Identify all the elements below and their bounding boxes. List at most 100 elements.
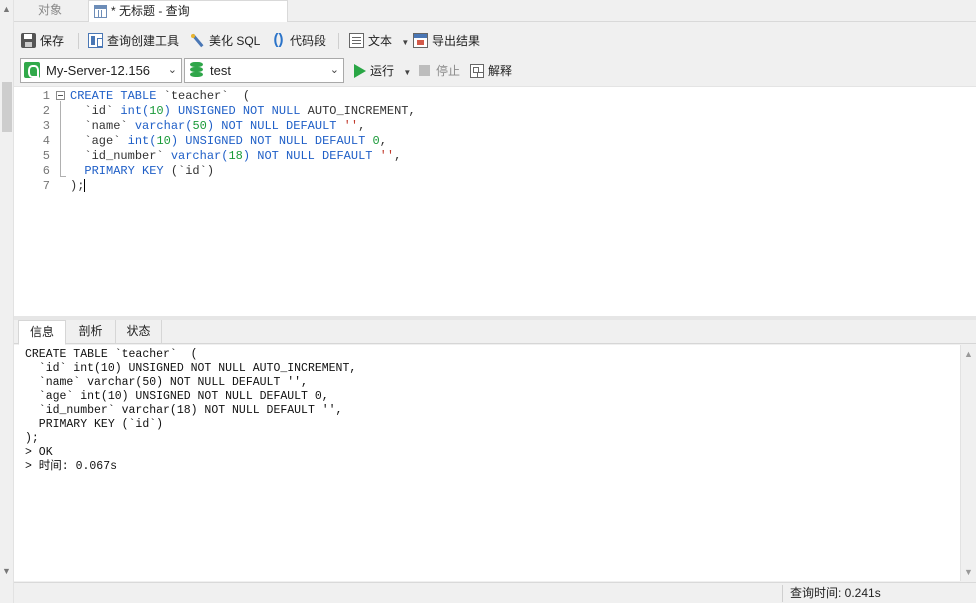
magic-wand-icon: [190, 33, 205, 48]
left-scrollbar[interactable]: ▲ ▼: [0, 0, 14, 603]
chevron-down-icon[interactable]: ▼: [403, 68, 411, 77]
query-builder-icon: [88, 33, 103, 48]
code-line: 4 `age` int(10) UNSIGNED NOT NULL DEFAUL…: [43, 134, 976, 149]
code-token: ): [242, 149, 258, 163]
export-results-button[interactable]: 导出结果: [412, 31, 480, 51]
scroll-up-arrow-icon[interactable]: ▲: [964, 349, 973, 359]
toolbar-divider: [78, 33, 79, 49]
query-time-status: 查询时间: 0.241s: [790, 586, 881, 600]
code-line: 3 `name` varchar(50) NOT NULL DEFAULT ''…: [43, 119, 976, 134]
sql-editor[interactable]: 1 CREATE TABLE `teacher` ( 2 `id` int(10)…: [14, 86, 976, 316]
code-token: NOT NULL DEFAULT: [257, 149, 380, 163]
code-token: `teacher`: [163, 89, 229, 103]
code-token: PRIMARY KEY: [84, 164, 164, 178]
code-token: 10: [149, 104, 164, 118]
code-token: (`id`): [163, 164, 215, 178]
explain-label: 解释: [488, 64, 513, 78]
run-button[interactable]: 运行 ▼: [352, 62, 411, 80]
output-line: > 时间: 0.067s: [25, 460, 118, 473]
fold-guide-end: [60, 176, 66, 177]
scroll-up-arrow-icon[interactable]: ▲: [2, 4, 11, 14]
code-token: 0: [372, 134, 380, 148]
tab-profile[interactable]: 剖析: [66, 320, 116, 344]
stop-button[interactable]: 停止: [418, 62, 460, 80]
code-token: UNSIGNED NOT NULL: [178, 104, 301, 118]
line-number: 2: [42, 104, 50, 118]
line-number: 7: [42, 179, 50, 193]
code-token: CREATE TABLE: [70, 89, 164, 103]
code-token: ): [170, 134, 186, 148]
tab-info[interactable]: 信息: [18, 320, 66, 345]
play-icon: [354, 64, 366, 78]
fold-toggle-icon[interactable]: [56, 91, 65, 100]
code-token: `id_number`: [84, 149, 164, 163]
output-scrollbar[interactable]: ▲ ▼: [960, 345, 976, 581]
query-builder-button[interactable]: 查询创建工具: [87, 31, 179, 51]
text-label: 文本: [368, 34, 393, 48]
explain-button[interactable]: 解释: [469, 62, 512, 80]
parentheses-icon: (): [273, 31, 284, 48]
code-token: 50: [192, 119, 207, 133]
chevron-down-icon[interactable]: ▼: [401, 38, 409, 47]
export-results-label: 导出结果: [432, 34, 481, 48]
scroll-down-arrow-icon[interactable]: ▼: [964, 567, 973, 577]
message-output[interactable]: CREATE TABLE `teacher` ( `id` int(10) UN…: [14, 345, 960, 581]
code-line: 2 `id` int(10) UNSIGNED NOT NULL AUTO_IN…: [43, 104, 976, 119]
status-bar: 查询时间: 0.241s: [14, 582, 976, 603]
code-line: 5 `id_number` varchar(18) NOT NULL DEFAU…: [43, 149, 976, 164]
code-token: ,: [358, 119, 366, 133]
code-token: ,: [394, 149, 402, 163]
code-token: 18: [228, 149, 243, 163]
query-window: ▲ ▼ 对象 * 无标题 - 查询 保存 查询创建工具 美化 SQL () 代码…: [0, 0, 976, 603]
code-line: 7);: [43, 179, 976, 194]
code-snippet-button[interactable]: () 代码段: [270, 31, 327, 51]
tab-query-label: * 无标题 - 查询: [111, 4, 190, 18]
code-token: varchar(: [134, 119, 193, 133]
beautify-sql-button[interactable]: 美化 SQL: [189, 31, 260, 51]
code-token: '': [343, 119, 359, 133]
database-value: test: [210, 63, 231, 78]
code-token: ): [206, 119, 222, 133]
run-label: 运行: [370, 64, 395, 78]
tab-status[interactable]: 状态: [116, 320, 162, 344]
line-number: 4: [42, 134, 50, 148]
text-button[interactable]: 文本 ▼: [348, 31, 409, 51]
query-builder-label: 查询创建工具: [107, 34, 180, 48]
code-line: 6 PRIMARY KEY (`id`): [43, 164, 976, 179]
line-number: 3: [42, 119, 50, 133]
export-icon: [413, 33, 428, 48]
code-token: int(: [127, 134, 157, 148]
beautify-sql-label: 美化 SQL: [209, 34, 261, 48]
status-divider: [782, 585, 783, 602]
text-cursor: [84, 179, 86, 193]
chevron-down-icon[interactable]: ⌄: [168, 59, 177, 82]
scroll-down-arrow-icon[interactable]: ▼: [2, 566, 11, 576]
scrollbar-thumb[interactable]: [2, 82, 12, 132]
line-number: 6: [42, 164, 50, 178]
database-select[interactable]: test ⌄: [184, 58, 344, 83]
tab-objects[interactable]: 对象: [14, 0, 86, 22]
code-token: `name`: [84, 119, 128, 133]
query-table-icon: [94, 5, 107, 18]
save-label: 保存: [40, 34, 65, 48]
code-token: 10: [156, 134, 171, 148]
code-token: int(: [120, 104, 150, 118]
stop-label: 停止: [436, 64, 461, 78]
output-line: `id_number` varchar(18) NOT NULL DEFAULT…: [25, 404, 343, 417]
save-button[interactable]: 保存: [20, 31, 64, 51]
output-line: > OK: [25, 446, 53, 459]
code-area[interactable]: 1 CREATE TABLE `teacher` ( 2 `id` int(10)…: [43, 89, 976, 194]
connection-select[interactable]: My-Server-12.156 ⌄: [20, 58, 182, 83]
code-token: );: [70, 179, 85, 193]
tab-bar: 对象 * 无标题 - 查询: [14, 0, 976, 22]
chevron-down-icon[interactable]: ⌄: [330, 59, 339, 82]
code-token: varchar(: [170, 149, 229, 163]
tab-query[interactable]: * 无标题 - 查询: [88, 0, 288, 22]
